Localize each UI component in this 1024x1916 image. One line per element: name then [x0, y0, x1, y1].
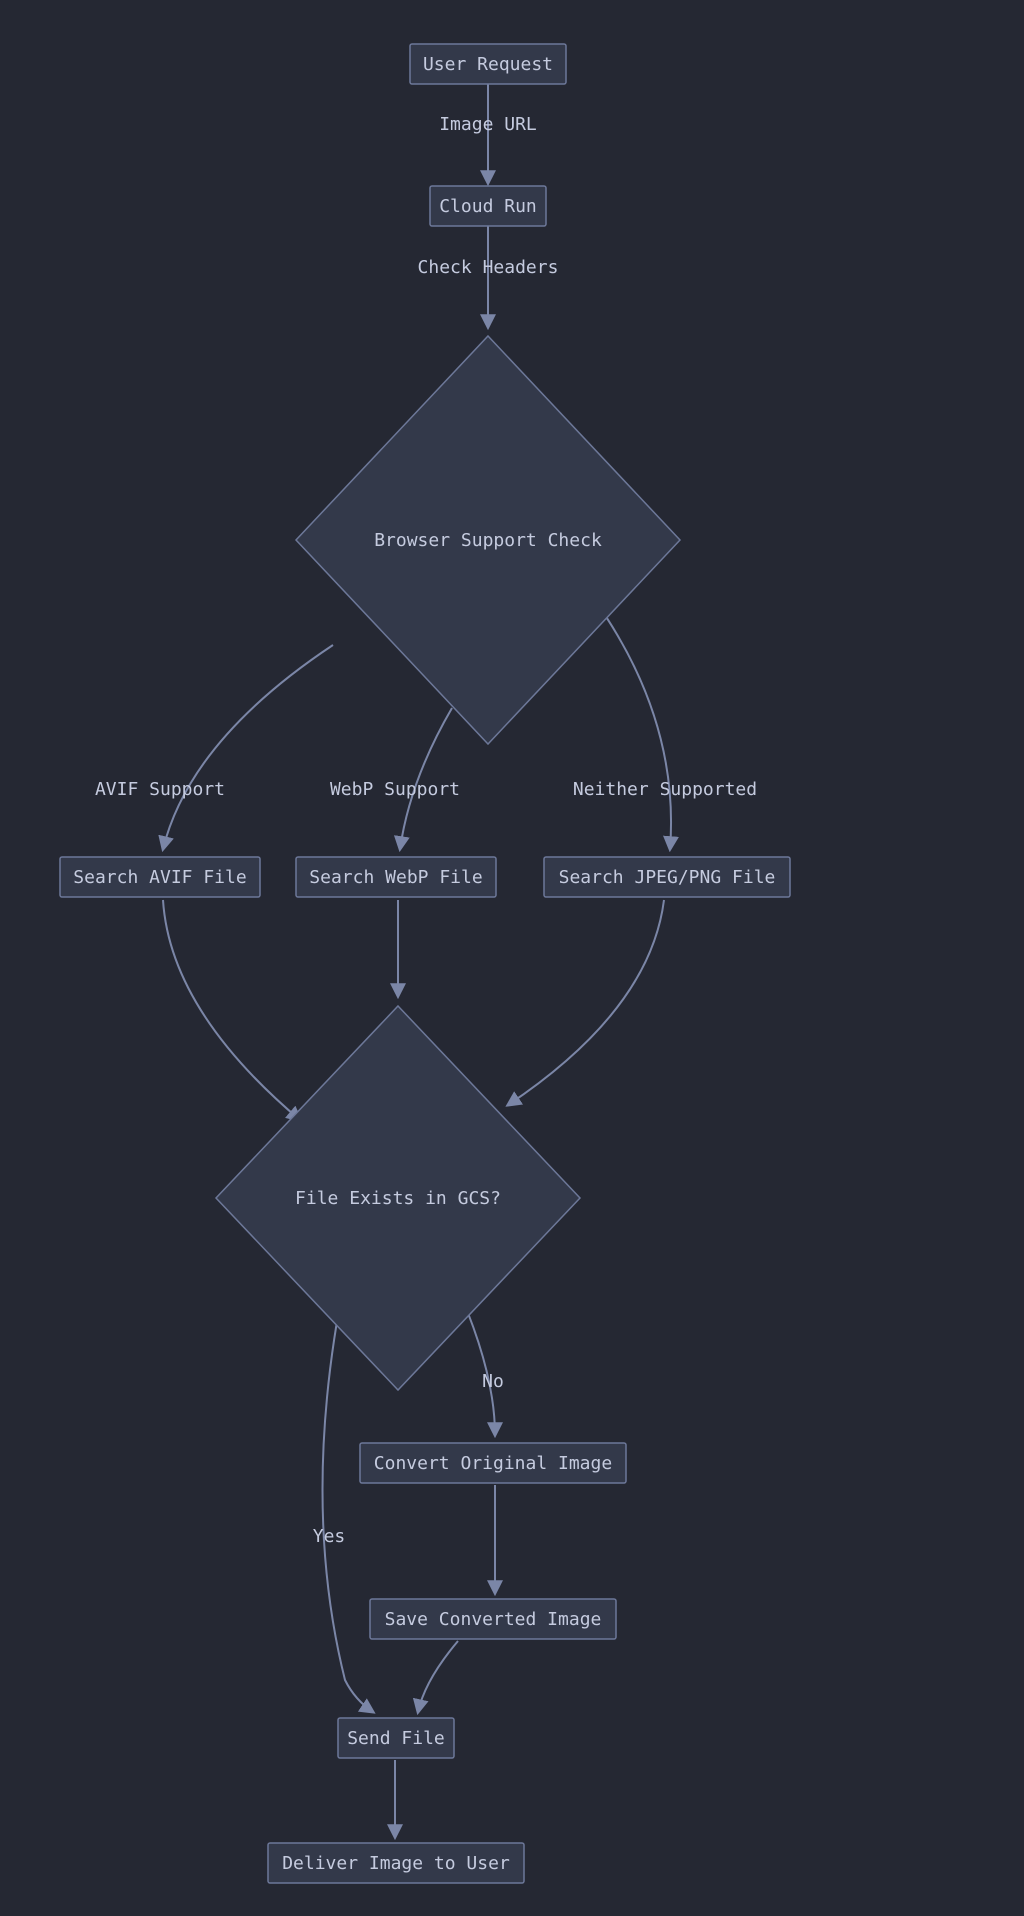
node-search-avif-label: Search AVIF File [73, 867, 246, 888]
node-user-request-label: User Request [423, 54, 553, 75]
edge-check-to-avif [163, 645, 333, 849]
edge-label-image-url: Image URL [439, 114, 537, 135]
edge-jpeg-to-exists [508, 900, 664, 1105]
edge-label-no: No [482, 1371, 504, 1392]
node-send-file-label: Send File [347, 1728, 445, 1749]
node-save-converted-label: Save Converted Image [385, 1609, 602, 1630]
edge-label-check-headers: Check Headers [418, 257, 559, 278]
node-convert-original-label: Convert Original Image [374, 1453, 612, 1474]
node-send-file: Send File [338, 1718, 454, 1758]
node-cloud-run: Cloud Run [430, 186, 546, 226]
node-search-webp-label: Search WebP File [309, 867, 482, 888]
node-search-jpeg-png: Search JPEG/PNG File [544, 857, 790, 897]
edge-check-to-jpeg [594, 599, 671, 849]
edge-label-neither-supported: Neither Supported [573, 779, 757, 800]
node-file-exists-gcs-label: File Exists in GCS? [295, 1188, 501, 1209]
node-search-jpeg-png-label: Search JPEG/PNG File [559, 867, 776, 888]
edge-label-avif-support: AVIF Support [95, 779, 225, 800]
node-browser-support-check: Browser Support Check [296, 336, 680, 744]
edge-avif-to-exists [163, 900, 300, 1120]
node-convert-original: Convert Original Image [360, 1443, 626, 1483]
node-deliver-image-label: Deliver Image to User [282, 1853, 510, 1874]
edge-save-to-send [418, 1641, 458, 1712]
node-browser-support-check-label: Browser Support Check [374, 530, 602, 551]
edges-group: Image URL Check Headers AVIF Support Web… [95, 84, 757, 1837]
nodes-group: User Request Cloud Run Browser Support C… [60, 44, 790, 1883]
node-search-webp: Search WebP File [296, 857, 496, 897]
node-save-converted: Save Converted Image [370, 1599, 616, 1639]
edge-label-webp-support: WebP Support [330, 779, 460, 800]
node-file-exists-gcs: File Exists in GCS? [216, 1006, 580, 1390]
node-user-request: User Request [410, 44, 566, 84]
node-deliver-image: Deliver Image to User [268, 1843, 524, 1883]
edge-label-yes: Yes [313, 1526, 346, 1547]
flowchart-canvas: Image URL Check Headers AVIF Support Web… [0, 0, 1024, 1916]
node-search-avif: Search AVIF File [60, 857, 260, 897]
node-cloud-run-label: Cloud Run [439, 196, 537, 217]
